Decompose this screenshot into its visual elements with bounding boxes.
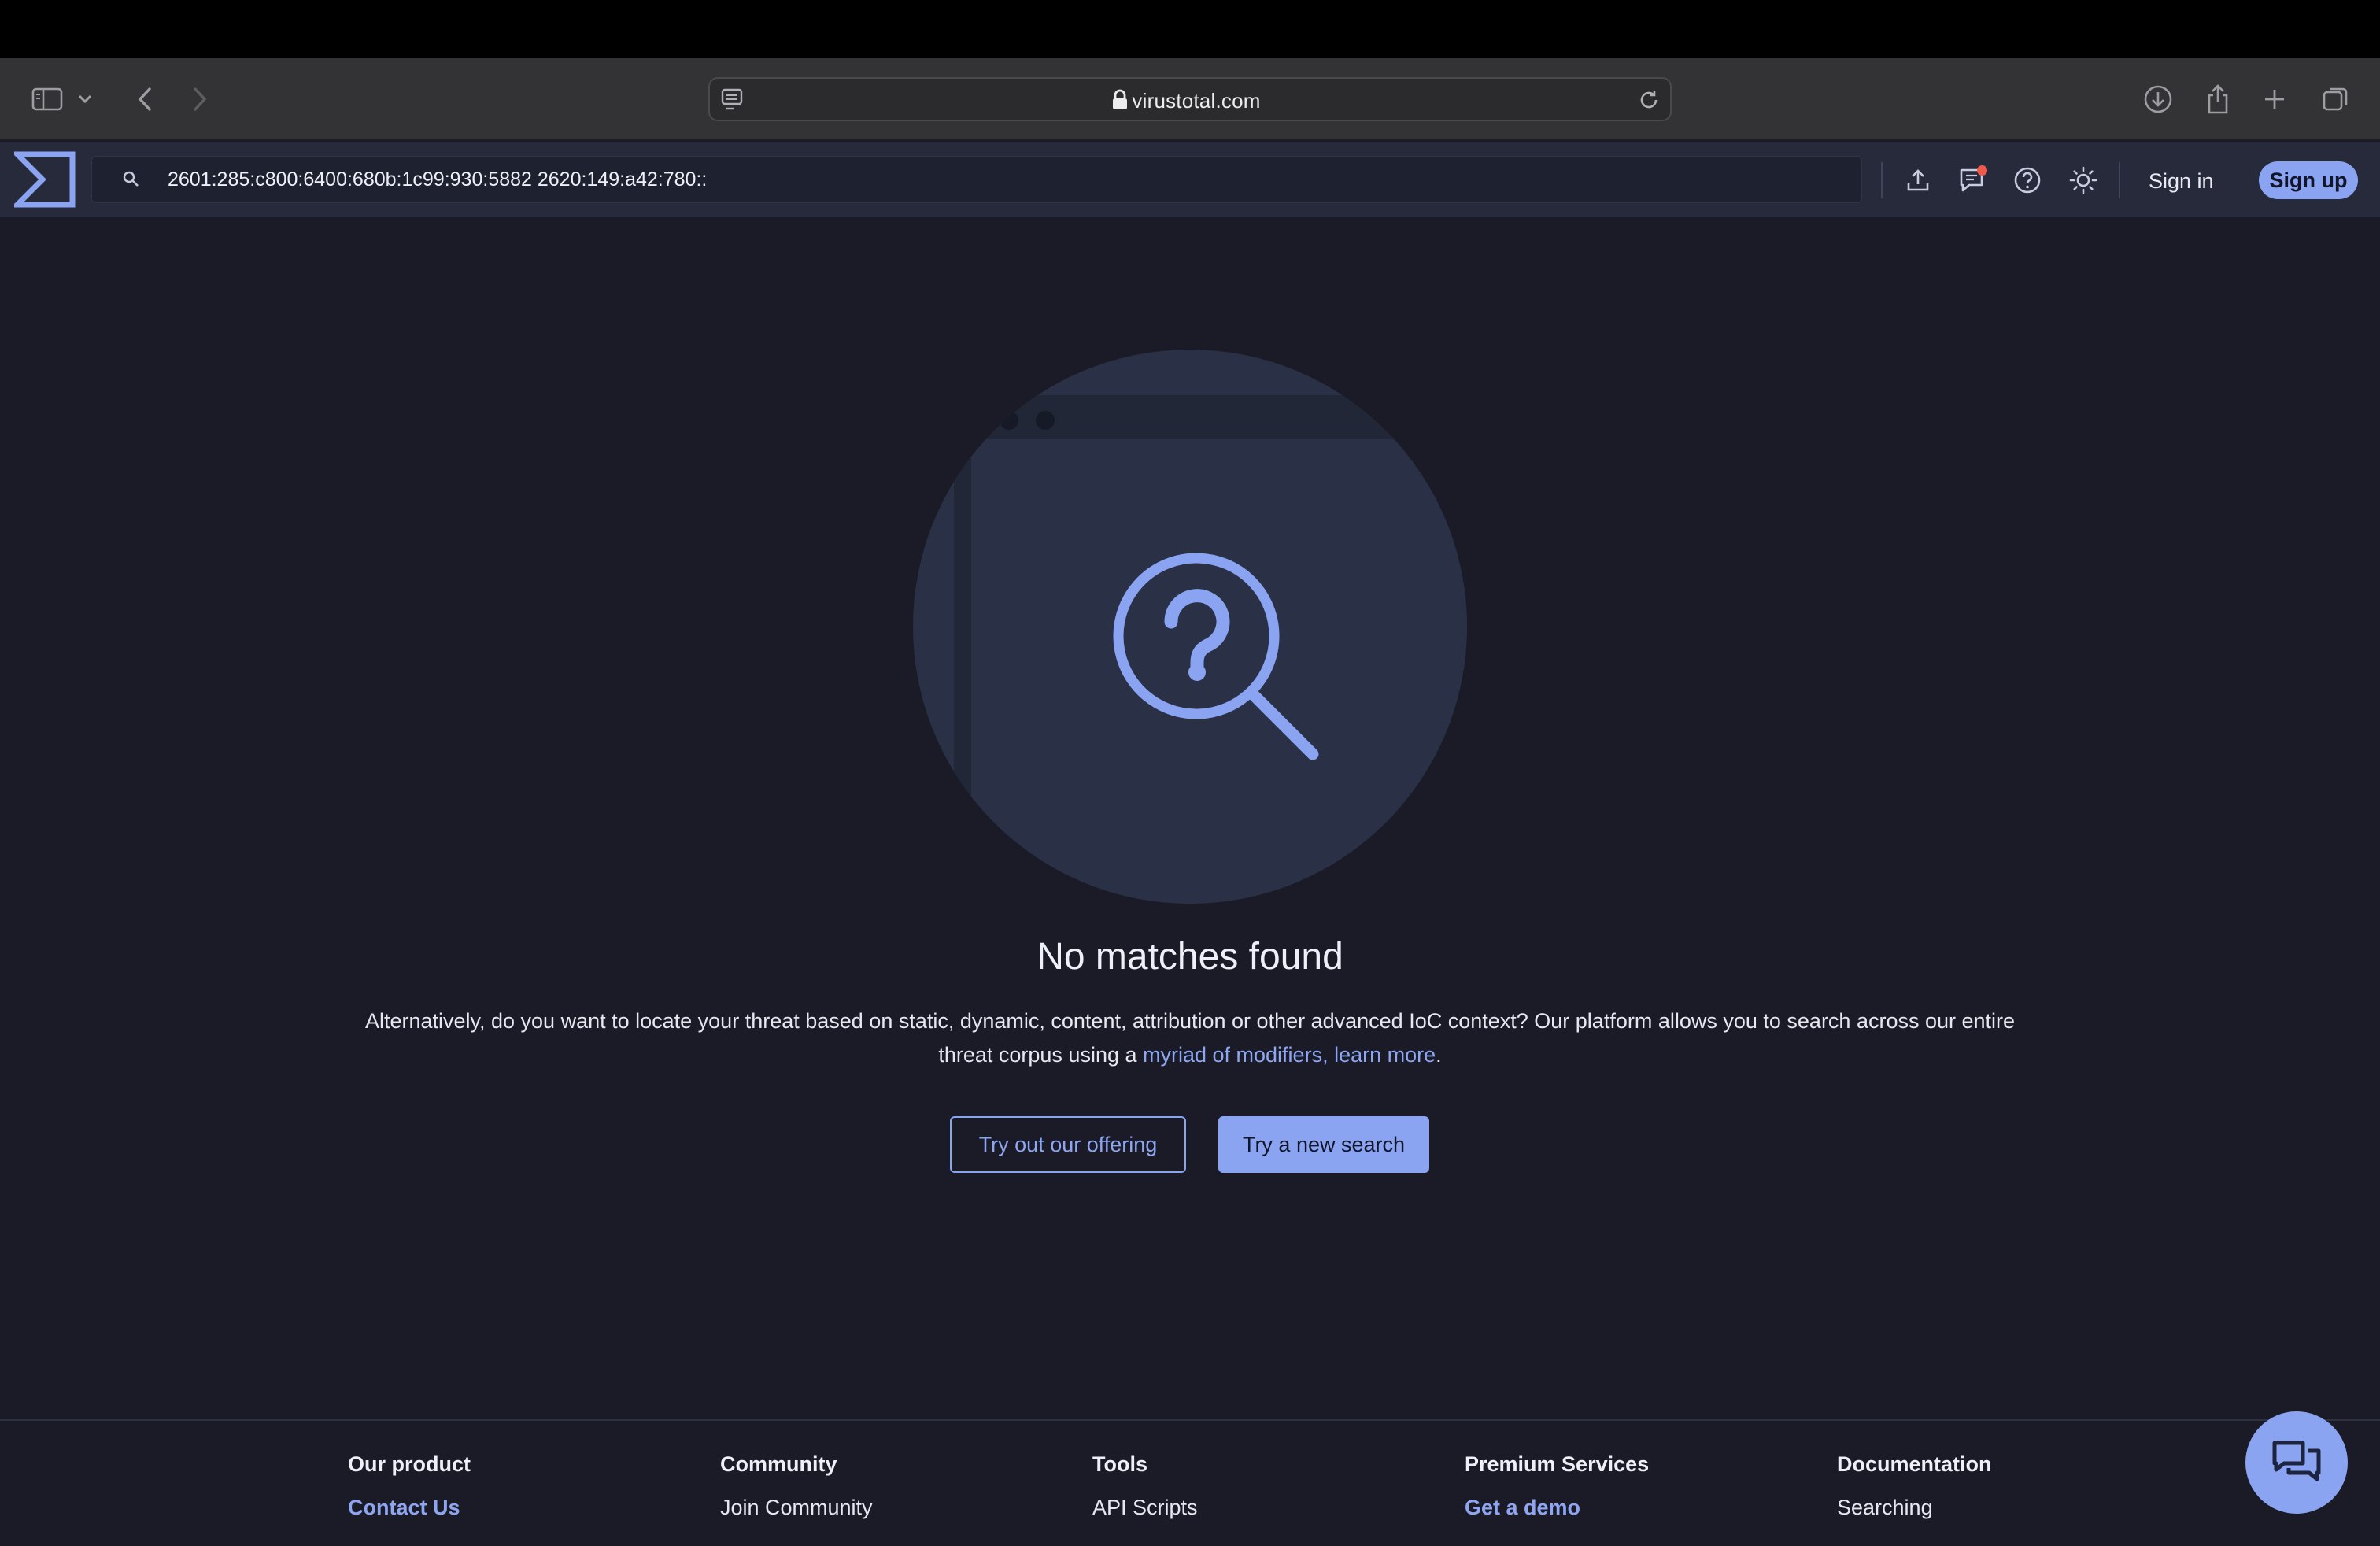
searching-link[interactable]: Searching <box>1837 1496 1992 1520</box>
notification-dot <box>1977 165 1987 176</box>
virustotal-logo-icon[interactable] <box>14 151 76 208</box>
download-icon[interactable] <box>2136 77 2180 121</box>
menu-bar-strip <box>0 0 2380 58</box>
footer-heading: Community <box>720 1452 837 1476</box>
search-input[interactable] <box>168 157 1820 202</box>
footer-heading: Tools <box>1092 1452 1148 1476</box>
browser-toolbar: virustotal.com <box>0 58 2380 140</box>
back-icon[interactable] <box>123 77 167 121</box>
upload-icon[interactable] <box>1900 162 1936 198</box>
api-scripts-link[interactable]: API Scripts <box>1092 1496 1198 1520</box>
modifiers-learn-more-link[interactable]: myriad of modifiers, learn more <box>1143 1043 1436 1067</box>
description-period: . <box>1436 1043 1442 1067</box>
address-bar[interactable]: virustotal.com <box>708 77 1672 121</box>
new-search-button[interactable]: Try a new search <box>1218 1116 1429 1173</box>
chat-notification-icon[interactable] <box>1954 162 1990 198</box>
footer-col-community: Community Join Community <box>720 1452 873 1520</box>
contact-us-link[interactable]: Contact Us <box>348 1496 471 1520</box>
join-community-link[interactable]: Join Community <box>720 1496 873 1520</box>
sign-in-link[interactable]: Sign in <box>2149 165 2214 197</box>
theme-toggle-icon[interactable] <box>2065 162 2101 198</box>
tab-overview-icon[interactable] <box>2314 77 2358 121</box>
forward-icon[interactable] <box>178 77 222 121</box>
search-icon <box>122 170 141 189</box>
chevron-down-icon[interactable] <box>71 77 99 121</box>
reload-icon[interactable] <box>1637 88 1661 112</box>
description-text-2: threat corpus using a <box>938 1043 1143 1067</box>
share-icon[interactable] <box>2196 77 2240 121</box>
help-icon[interactable] <box>2009 162 2046 198</box>
new-tab-icon[interactable] <box>2252 77 2297 121</box>
footer-heading: Our product <box>348 1452 471 1476</box>
header-divider <box>2119 162 2120 198</box>
footer-heading: Premium Services <box>1465 1452 1650 1476</box>
header-divider <box>1881 162 1883 198</box>
try-offering-button[interactable]: Try out our offering <box>950 1116 1186 1173</box>
search-bar[interactable] <box>91 156 1862 203</box>
no-results-illustration <box>905 346 1472 905</box>
chat-support-button[interactable] <box>2245 1411 2348 1514</box>
chat-bubbles-icon <box>2272 1441 2321 1481</box>
footer-heading: Documentation <box>1837 1452 1992 1476</box>
no-matches-description: Alternatively, do you want to locate you… <box>346 1004 2034 1072</box>
footer-col-our-product: Our product Contact Us <box>348 1452 471 1520</box>
sign-up-button[interactable]: Sign up <box>2259 161 2358 199</box>
get-a-demo-link[interactable]: Get a demo <box>1465 1496 1649 1520</box>
footer: Our product Contact Us Community Join Co… <box>0 1419 2380 1546</box>
footer-col-tools: Tools API Scripts <box>1092 1452 1198 1520</box>
footer-col-premium-services: Premium Services Get a demo <box>1465 1452 1649 1520</box>
sidebar-toggle-icon[interactable] <box>25 77 69 121</box>
url-domain: virustotal.com <box>1132 89 1261 113</box>
vt-header: Sign in Sign up <box>0 142 2380 217</box>
no-matches-title: No matches found <box>1037 936 1343 978</box>
description-text: Alternatively, do you want to locate you… <box>364 1009 2016 1033</box>
footer-col-documentation: Documentation Searching <box>1837 1452 1992 1520</box>
